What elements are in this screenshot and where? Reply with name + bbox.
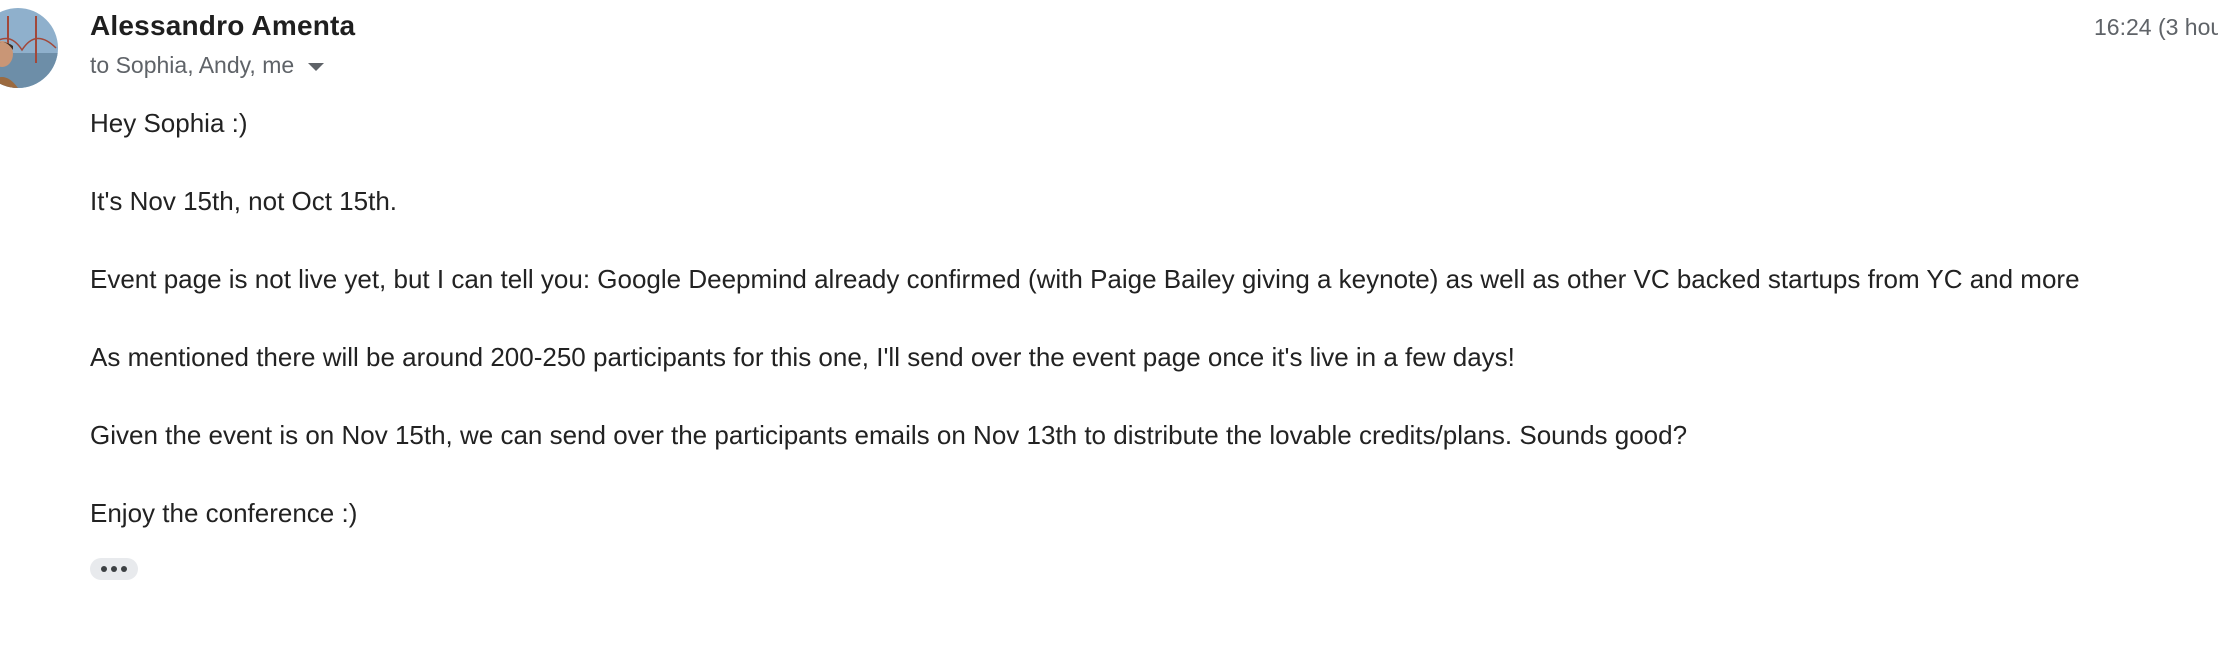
more-horizontal-icon bbox=[101, 566, 107, 572]
body-paragraph-1: Hey Sophia :) bbox=[90, 108, 248, 138]
body-paragraph-3: Event page is not live yet, but I can te… bbox=[90, 264, 2080, 294]
body-paragraph-4: As mentioned there will be around 200-25… bbox=[90, 342, 1515, 372]
body-paragraph-5: Given the event is on Nov 15th, we can s… bbox=[90, 420, 1688, 450]
body-paragraph-2: It's Nov 15th, not Oct 15th. bbox=[90, 186, 398, 216]
user-avatar-photo-icon bbox=[0, 8, 58, 88]
show-trimmed-content-button[interactable] bbox=[90, 558, 138, 580]
recipients-line: to Sophia, Andy, me bbox=[90, 52, 325, 79]
sender-name[interactable]: Alessandro Amenta bbox=[90, 10, 355, 42]
sender-avatar[interactable] bbox=[0, 8, 58, 88]
timestamp: 16:24 (3 hou bbox=[2094, 14, 2218, 40]
caret-down-icon[interactable] bbox=[308, 63, 325, 71]
recipients-text: to Sophia, Andy, me bbox=[90, 52, 295, 78]
body-paragraph-6: Enjoy the conference :) bbox=[90, 498, 358, 528]
